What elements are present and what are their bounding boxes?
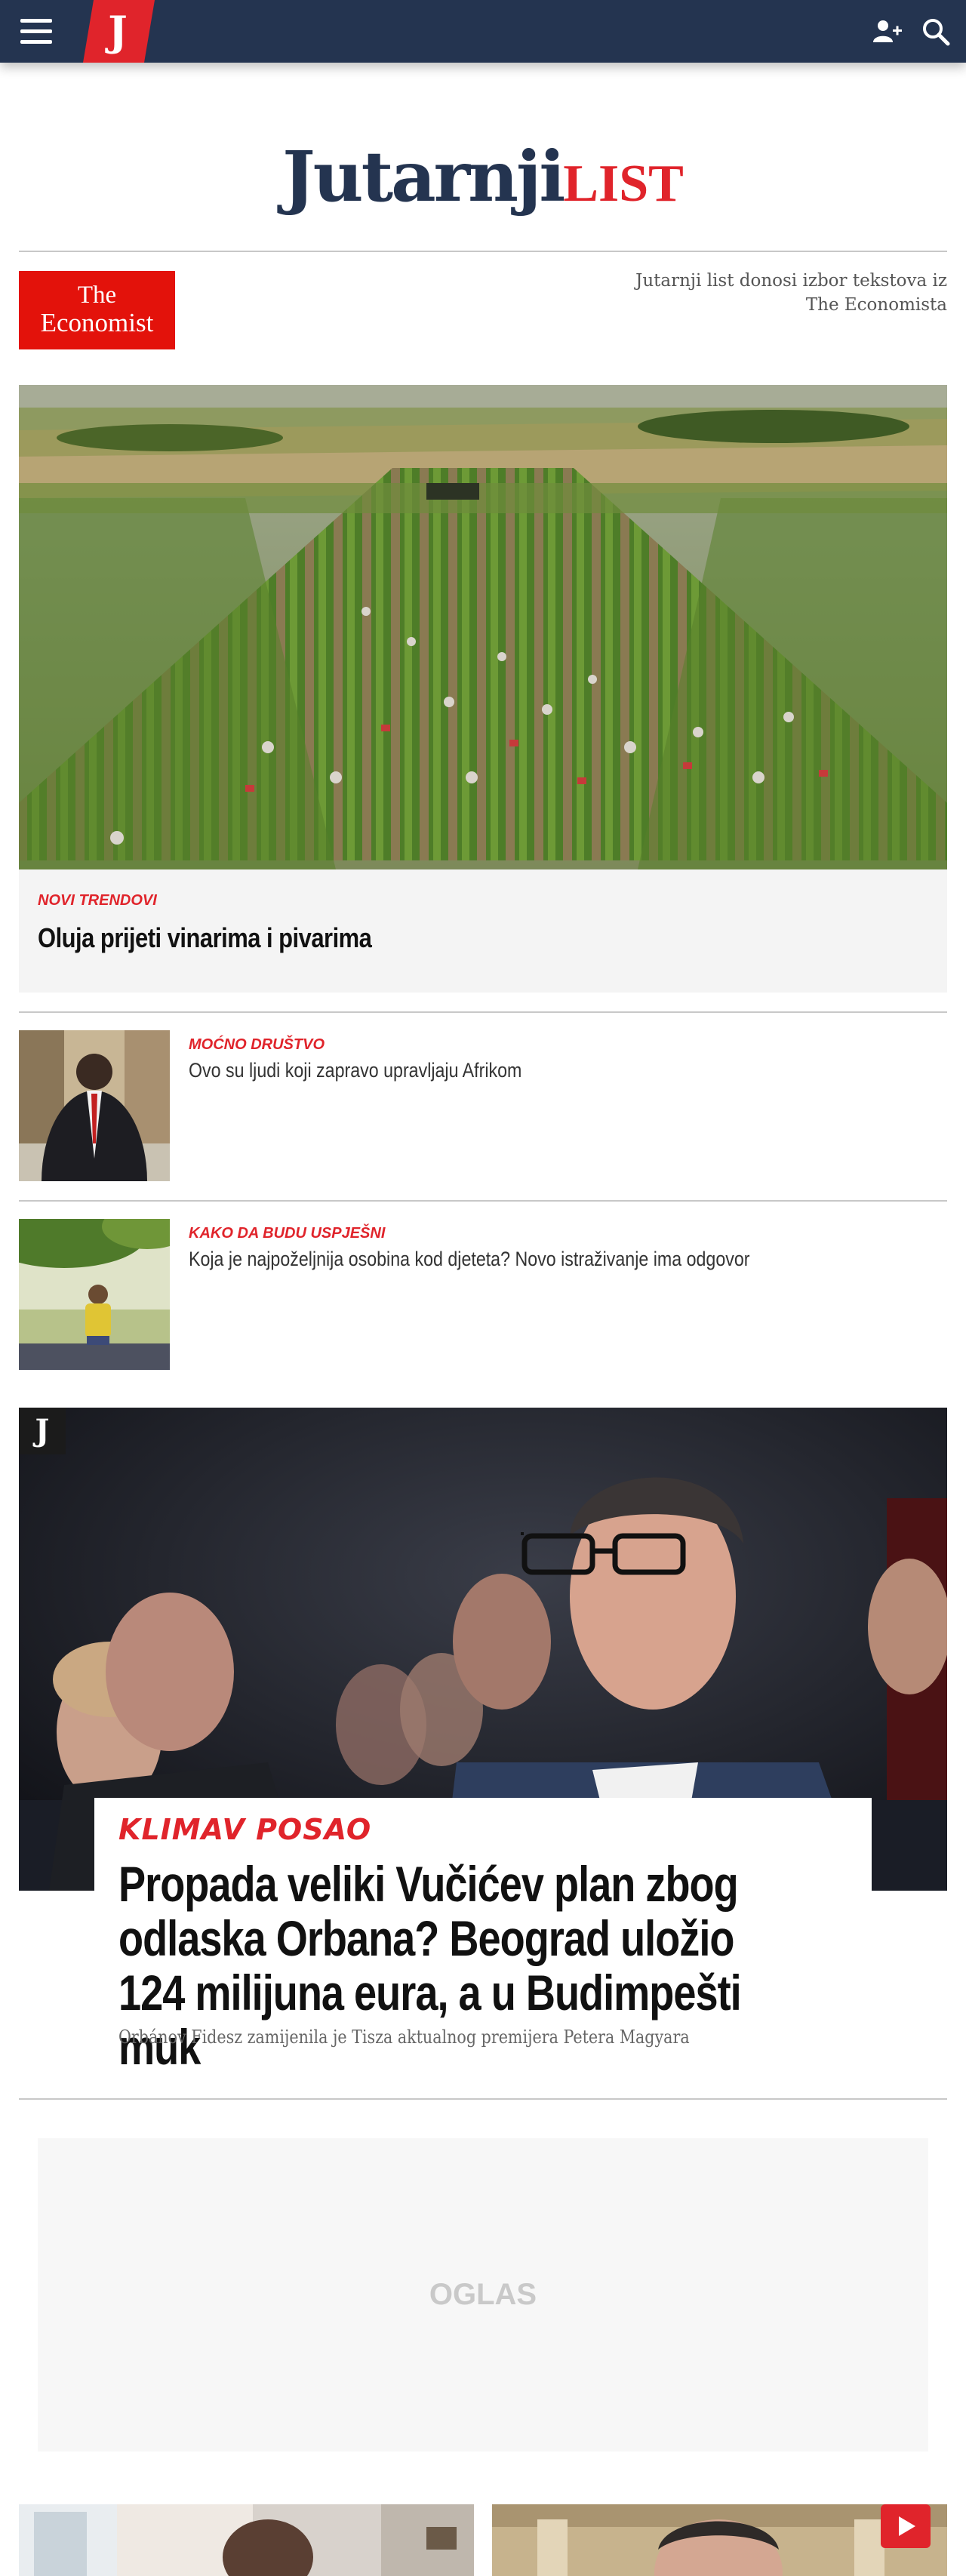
article-title[interactable]: Ovo su ljudi koji zapravo upravljaju Afr… [189,1059,838,1082]
jutarnji-badge: J [19,1408,66,1454]
vineyard-image [19,385,947,869]
list-item[interactable]: KAKO DA BUDU USPJEŠNI Koja je najpoželjn… [19,1219,947,1370]
top-navigation-bar: J [0,0,966,63]
divider [19,2098,947,2100]
divider [19,251,947,252]
list-item[interactable]: MOĆNO DRUŠTVO Ovo su ljudi koji zapravo … [19,1030,947,1181]
economist-logo-line2: Economist [40,308,154,337]
search-icon[interactable] [919,15,952,48]
bottom-article-left[interactable] [19,2504,474,2576]
article-title[interactable]: Koja je najpoželjnija osobina kod djetet… [189,1248,838,1271]
hamburger-menu-icon[interactable] [20,19,52,44]
economist-logo[interactable]: The Economist [19,271,175,349]
ad-label: OGLAS [429,2278,537,2311]
article-thumbnail [19,1219,170,1370]
add-user-icon[interactable] [870,15,903,48]
article-kicker[interactable]: KAKO DA BUDU USPJEŠNI [189,1225,385,1242]
feature-kicker[interactable]: KLIMAV POSAO [118,1813,371,1846]
site-logo-letter: J [105,7,128,55]
article-kicker[interactable]: MOĆNO DRUŠTVO [189,1036,325,1054]
hero-title[interactable]: Oluja prijeti vinarima i pivarima [38,922,372,954]
divider [19,1200,947,1202]
masthead-logo[interactable]: JutarnjiLIST [0,136,966,217]
economist-logo-line1: The [77,282,117,309]
bottom-article-image [19,2504,474,2576]
ad-slot[interactable]: OGLAS [38,2138,928,2451]
site-logo[interactable]: J [83,0,155,63]
bottom-article-image [492,2504,947,2576]
feature-article[interactable]: J KLIMAV POSAO Propada veliki Vučićev pl… [19,1408,947,2074]
bottom-article-right[interactable] [492,2504,947,2576]
brand-name: JutarnjiLIST [282,136,684,217]
feature-card[interactable]: KLIMAV POSAO Propada veliki Vučićev plan… [94,1798,872,2074]
partner-description: Jutarnji list donosi izbor tekstova iz T… [635,271,947,315]
feature-subtitle: Orbánov Fidesz zamijenila je Tisza aktua… [118,2027,690,2048]
hero-article[interactable]: NOVI TRENDOVI Oluja prijeti vinarima i p… [19,385,947,993]
article-thumbnail [19,1030,170,1181]
play-icon[interactable] [881,2504,931,2548]
hero-kicker[interactable]: NOVI TRENDOVI [38,892,157,909]
brand-main: Jutarnji [282,136,565,217]
divider [19,1011,947,1013]
brand-accent: LIST [563,155,684,213]
